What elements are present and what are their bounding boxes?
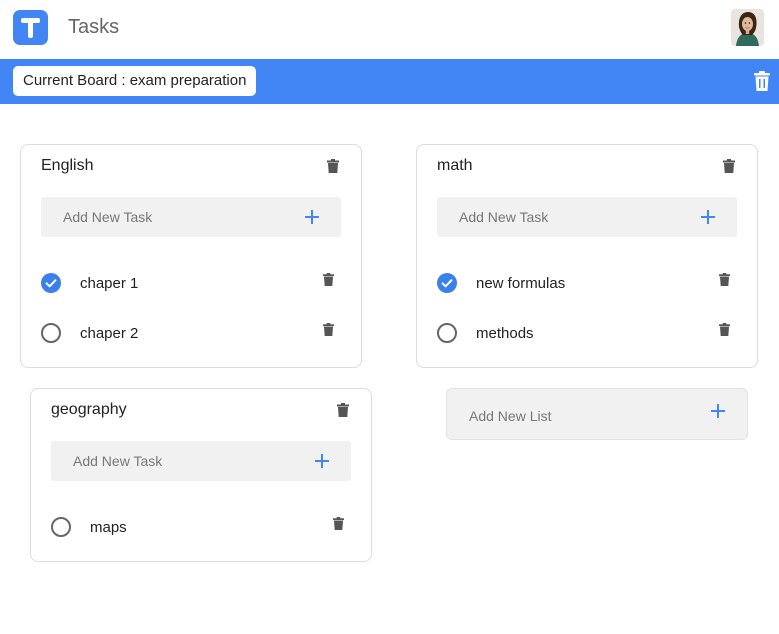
task-item: chaper 1 [41, 273, 341, 297]
top-bar: Tasks [0, 0, 779, 59]
task-item: chaper 2 [41, 323, 341, 347]
add-task-label: Add New Task [63, 209, 153, 225]
add-task-label: Add New Task [73, 453, 163, 469]
plus-icon [304, 209, 320, 225]
task-label: chaper 2 [80, 325, 139, 342]
add-list-label: Add New List [469, 408, 552, 424]
delete-task-trash-icon[interactable] [323, 323, 334, 336]
app-title: Tasks [68, 16, 120, 38]
list-title: geography [51, 401, 127, 418]
user-avatar[interactable] [731, 9, 764, 46]
plus-icon [700, 209, 716, 225]
list-title: English [41, 157, 94, 174]
add-list-button[interactable]: Add New List [446, 388, 748, 440]
empty-circle-icon[interactable] [41, 323, 61, 343]
plus-icon [314, 453, 330, 469]
add-task-label: Add New Task [459, 209, 549, 225]
add-task-button[interactable]: Add New Task [51, 441, 351, 481]
delete-list-trash-icon[interactable] [337, 403, 349, 417]
delete-list-trash-icon[interactable] [723, 159, 735, 173]
t-logo-icon[interactable] [13, 10, 48, 45]
empty-circle-icon[interactable] [51, 517, 71, 537]
delete-task-trash-icon[interactable] [719, 273, 730, 286]
task-item: methods [437, 323, 737, 347]
plus-icon [710, 403, 726, 419]
delete-board-trash-icon[interactable] [753, 71, 771, 92]
add-task-button[interactable]: Add New Task [41, 197, 341, 237]
task-label: methods [476, 325, 534, 342]
task-label: new formulas [476, 275, 566, 292]
list-card-english: English Add New Task chaper 1 chaper 2 [20, 144, 362, 368]
list-card-geography: geography Add New Task maps [30, 388, 372, 562]
delete-task-trash-icon[interactable] [333, 517, 344, 530]
check-circle-icon[interactable] [41, 273, 61, 293]
task-label: maps [90, 519, 127, 536]
delete-list-trash-icon[interactable] [327, 159, 339, 173]
list-card-math: math Add New Task new formulas methods [416, 144, 758, 368]
delete-task-trash-icon[interactable] [719, 323, 730, 336]
delete-task-trash-icon[interactable] [323, 273, 334, 286]
task-label: chaper 1 [80, 275, 139, 292]
empty-circle-icon[interactable] [437, 323, 457, 343]
check-circle-icon[interactable] [437, 273, 457, 293]
board-bar: Current Board : exam preparation [0, 59, 779, 104]
current-board-label[interactable]: Current Board : exam preparation [13, 66, 257, 96]
task-item: maps [51, 517, 351, 541]
add-task-button[interactable]: Add New Task [437, 197, 737, 237]
list-title: math [437, 157, 473, 174]
task-item: new formulas [437, 273, 737, 297]
